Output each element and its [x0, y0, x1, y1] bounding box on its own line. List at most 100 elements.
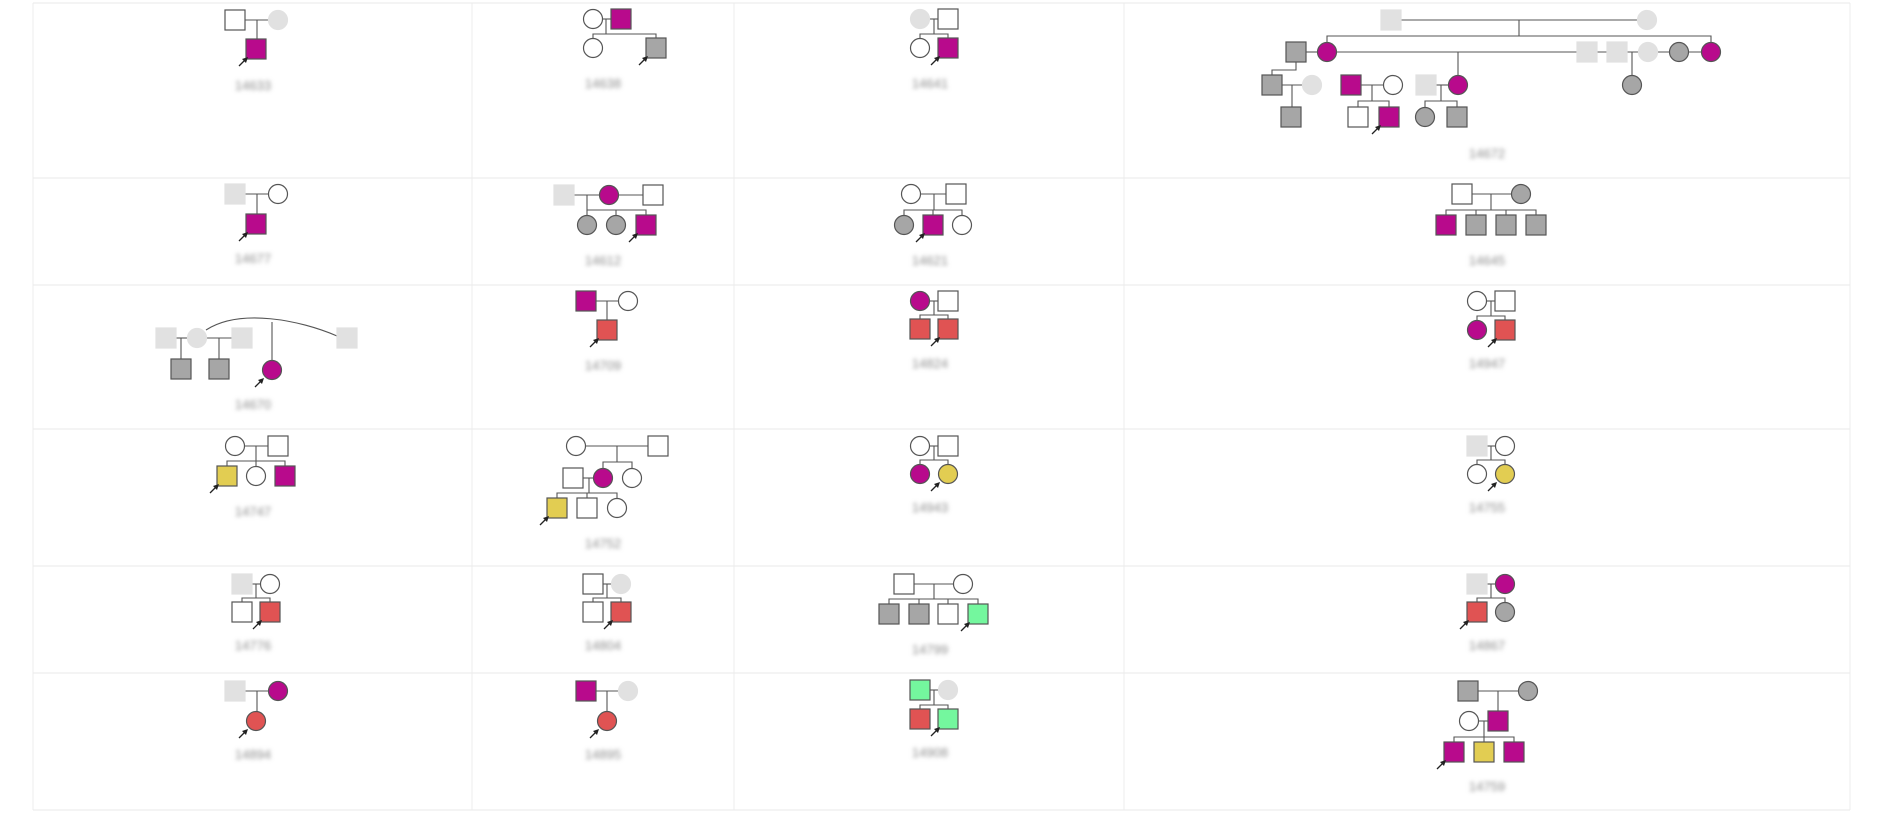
male-unknown — [1415, 74, 1437, 96]
female-unaffected — [606, 497, 628, 519]
family-id-labels: 14633 14638 14641 14672 14677 14612 14621 14645… — [235, 76, 1505, 794]
female-unaffected — [1466, 463, 1488, 485]
relationship-line — [617, 461, 633, 469]
female-affected-red — [245, 710, 267, 732]
female-affected-magenta — [598, 184, 620, 206]
male-affected-gray — [1280, 106, 1302, 128]
male-unknown — [1466, 573, 1488, 595]
family-id-label: 14612 — [585, 253, 621, 268]
male-affected-red — [610, 601, 632, 623]
female-unaffected — [909, 435, 931, 457]
male-unknown — [1606, 41, 1628, 63]
family-id-label: 14947 — [1469, 356, 1505, 371]
male-affected-magenta — [922, 214, 944, 236]
male-affected-red — [1466, 601, 1488, 623]
female-unaffected — [267, 183, 289, 205]
female-affected-magenta — [592, 467, 614, 489]
male-unknown — [1576, 41, 1598, 63]
female-affected-magenta — [267, 680, 289, 702]
family-id-label: 14908 — [912, 745, 948, 760]
male-unaffected — [562, 467, 584, 489]
relationship-line — [602, 446, 618, 469]
family-id-label: 14747 — [235, 504, 271, 519]
male-affected-magenta — [610, 8, 632, 30]
female-affected-magenta — [1494, 573, 1516, 595]
male-unaffected — [1494, 290, 1516, 312]
male-unaffected — [647, 435, 669, 457]
family-id-label: 14804 — [585, 638, 621, 653]
family-id-label: 14670 — [235, 397, 271, 412]
family-id-label: 14677 — [235, 251, 271, 266]
relationship-line — [256, 460, 286, 466]
female-unaffected — [582, 8, 604, 30]
male-affected-green — [967, 603, 989, 625]
male-unaffected — [937, 435, 959, 457]
male-unaffected — [582, 601, 604, 623]
relationship-line — [1484, 736, 1515, 742]
family-id-label: 14759 — [1469, 779, 1505, 794]
male-unaffected — [576, 497, 598, 519]
family-id-label: 14638 — [585, 76, 621, 91]
family-id-label: 14633 — [235, 78, 271, 93]
male-unknown — [231, 573, 253, 595]
female-unaffected — [952, 573, 974, 595]
family-id-label: 14824 — [912, 356, 948, 371]
male-affected-gray — [1446, 106, 1468, 128]
male-affected-magenta — [1443, 741, 1465, 763]
male-affected-gray — [1457, 680, 1479, 702]
female-unknown — [267, 9, 289, 31]
family-id-label: 14799 — [912, 642, 948, 657]
family-id-label: 14894 — [235, 747, 271, 762]
female-affected-red — [596, 710, 618, 732]
male-affected-gray — [1285, 41, 1307, 63]
female-unknown — [909, 8, 931, 30]
male-unknown — [336, 327, 358, 349]
female-unknown — [1301, 74, 1323, 96]
male-affected-magenta — [575, 290, 597, 312]
relationship-line — [1491, 315, 1506, 320]
male-affected-red — [937, 318, 959, 340]
female-unaffected — [1382, 74, 1404, 96]
female-affected-magenta — [1316, 41, 1338, 63]
male-unknown — [155, 327, 177, 349]
male-unaffected — [937, 290, 959, 312]
female-unaffected — [224, 435, 246, 457]
female-unaffected — [245, 465, 267, 487]
male-affected-gray — [1261, 74, 1283, 96]
family-id-label: 14641 — [912, 76, 948, 91]
female-unknown — [1637, 41, 1659, 63]
male-affected-yellow — [546, 497, 568, 519]
female-unaffected — [617, 290, 639, 312]
male-unaffected — [582, 573, 604, 595]
male-unknown — [224, 680, 246, 702]
female-unaffected — [909, 37, 931, 59]
female-affected-magenta — [261, 359, 283, 381]
male-affected-gray — [1465, 214, 1487, 236]
male-affected-yellow — [1473, 741, 1495, 763]
male-affected-gray — [645, 37, 667, 59]
male-affected-green — [937, 708, 959, 730]
relationship-line — [1326, 20, 1520, 42]
pedigree-grid: 14633 14638 14641 14672 14677 14612 14621 14645… — [32, 2, 1851, 811]
family-id-label: 14709 — [585, 358, 621, 373]
female-affected-magenta — [1466, 319, 1488, 341]
family-id-label: 14752 — [585, 536, 621, 551]
relationship-line — [1491, 209, 1537, 215]
male-affected-magenta — [937, 37, 959, 59]
family-id-label: 14755 — [1469, 500, 1505, 515]
female-unknown — [1636, 9, 1658, 31]
family-id-label: 14645 — [1469, 253, 1505, 268]
female-affected-magenta — [909, 463, 931, 485]
male-affected-gray — [1495, 214, 1517, 236]
male-unaffected — [937, 8, 959, 30]
female-unaffected — [1466, 290, 1488, 312]
female-unknown — [937, 679, 959, 701]
male-affected-magenta — [1487, 710, 1509, 732]
female-affected-gray — [1621, 74, 1643, 96]
relationship-line — [1441, 100, 1458, 107]
male-affected-gray — [1525, 214, 1547, 236]
female-unaffected — [951, 214, 973, 236]
male-affected-gray — [878, 603, 900, 625]
male-affected-yellow — [216, 465, 238, 487]
family-id-label: 14672 — [1469, 146, 1505, 161]
